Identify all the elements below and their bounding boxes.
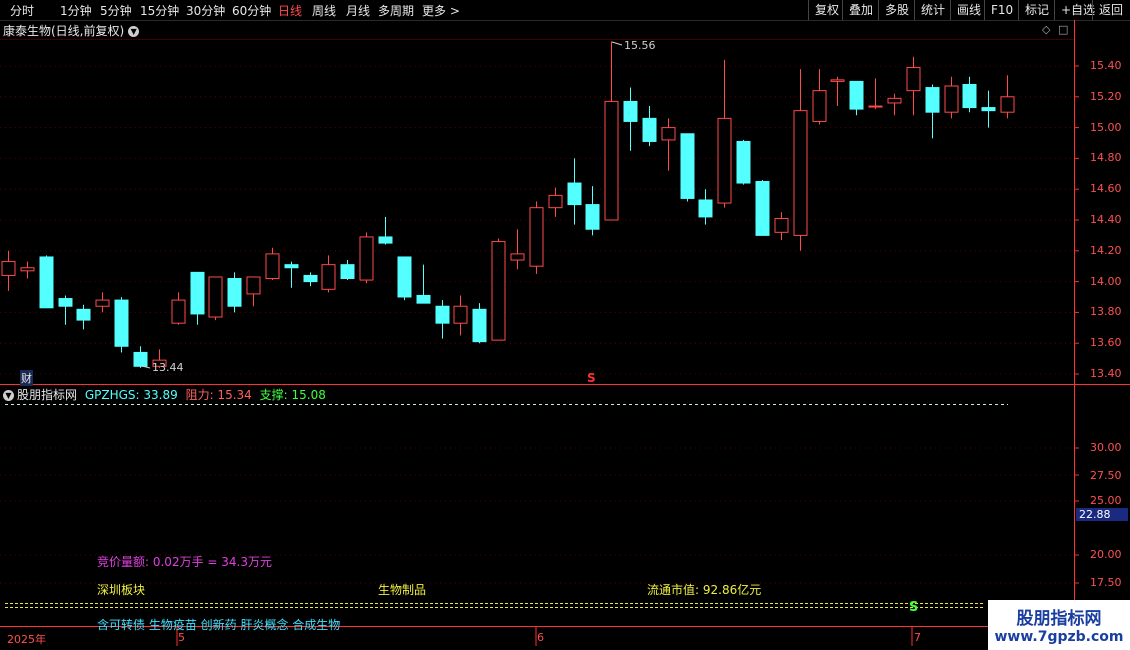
candle-body-down [303,274,318,283]
support-value: 支撑: 15.08 [259,388,326,402]
candle-body-down [397,256,412,298]
ind-tick: 25.00 [1090,494,1122,507]
candle-body-down [378,236,393,244]
date-label: 5 [178,631,185,644]
price-tick-label: 15.40 [1090,59,1122,72]
price-tick-label: 14.80 [1090,151,1122,165]
candle-body-up [20,267,35,272]
indicator-name: 股朋指标网 [17,388,78,402]
candle-body-up [510,253,525,261]
candle-body-down [680,133,695,199]
candle-body-down [849,80,864,110]
candle-body-up [95,299,110,307]
candle-body-up [793,110,808,236]
candle-body-up [887,97,902,104]
price-tick-label: 14.40 [1090,213,1122,226]
date-label: 6 [537,631,544,644]
gpzhgs-value: GPZHGS: 33.89 [84,388,178,402]
candle-body-down [190,271,205,315]
auction-volume: 竞价量额: 0.02万手 = 34.3万元 [97,555,272,569]
ind-tick: 17.50 [1090,576,1122,589]
candle-body-up [171,299,186,324]
candle-body-up [529,207,544,267]
candle-body-down [925,87,940,113]
candle-body-up [491,241,506,341]
candle-body-up [265,253,280,280]
candle-body-down [981,107,996,112]
watermark-logo: 股朋指标网 www.7gpzb.com [988,600,1130,650]
candle-body-up [774,217,789,233]
candle-body-down [284,264,299,269]
price-tick-label: 13.80 [1090,305,1122,319]
watermark-title: 股朋指标网 [1016,609,1102,629]
candle-body-down [567,182,582,206]
price-tick-label: 15.20 [1090,89,1122,103]
candle-body-down [76,308,91,321]
current-value-badge: 22.88 [1076,508,1128,521]
date-label: 7 [914,631,921,644]
candle-body-down [227,278,242,307]
candle-body-down [698,199,713,218]
candle-body-up [321,264,336,290]
market-cap-label: 流通市值: 92.86亿元 [647,583,762,597]
candle-body-down [755,181,770,236]
chevron-down-icon[interactable]: ▼ [3,390,14,401]
candle-body-down [623,100,638,122]
price-tick-label: 15.00 [1090,120,1122,134]
candle-body-down [435,305,450,324]
candle-body-up [812,90,827,122]
candle-body-up [661,127,676,141]
candle-body-up [944,85,959,113]
board-label: 深圳板块 [97,583,146,597]
candle-body-down [585,204,600,230]
candle-body-down [736,140,751,184]
candle-body-up [868,105,883,108]
industry-label: 生物制品 [378,583,427,597]
candle-body-down [416,294,431,304]
high-pointer [611,41,623,46]
ind-tick: 20.00 [1090,548,1122,561]
ind-tick: 27.50 [1090,469,1122,482]
indicator-title[interactable]: ▼ 股朋指标网 GPZHGS: 33.89 阻力: 15.34 支撑: 15.08 [3,386,326,403]
finance-marker[interactable]: 财 [20,370,33,386]
buy-signal-marker[interactable]: S [909,600,918,615]
candle-body-down [58,298,73,307]
candle-body-down [962,83,977,109]
candle-body-up [246,276,261,295]
high-price-label: 15.56 [624,39,656,52]
candle-body-down [340,264,355,280]
price-tick-label: 14.00 [1090,274,1122,288]
price-tick-label: 13.40 [1090,367,1122,380]
candle-body-up [208,276,223,318]
watermark-url: www.7gpzb.com [994,629,1124,645]
price-tick-label: 14.60 [1090,182,1122,196]
candle-body-down [133,351,148,367]
concept-tags: 含可转债 生物疫苗 创新药 肝炎概念 合成生物 [97,618,341,632]
candle-body-down [472,308,487,343]
candle-body-up [906,67,921,92]
price-tick-label: 14.20 [1090,243,1122,257]
date-label: 2025年 [7,633,46,646]
low-price-label: 13.44 [152,361,184,374]
candle-body-up [453,305,468,324]
candle-body-up [1,261,16,276]
candle-body-up [717,117,732,204]
candle-body-up [830,79,845,82]
candle-body-down [114,299,129,347]
resistance-value: 阻力: 15.34 [185,388,252,402]
sell-signal-marker[interactable]: S [587,371,596,385]
candle-body-up [359,236,374,281]
candle-body-up [604,100,619,221]
ind-tick: 30.00 [1090,441,1122,454]
candle-body-up [1000,96,1015,113]
price-tick-label: 13.60 [1090,336,1122,350]
candle-body-up [548,194,563,209]
candle-body-down [39,256,54,309]
candle-body-down [642,117,657,142]
